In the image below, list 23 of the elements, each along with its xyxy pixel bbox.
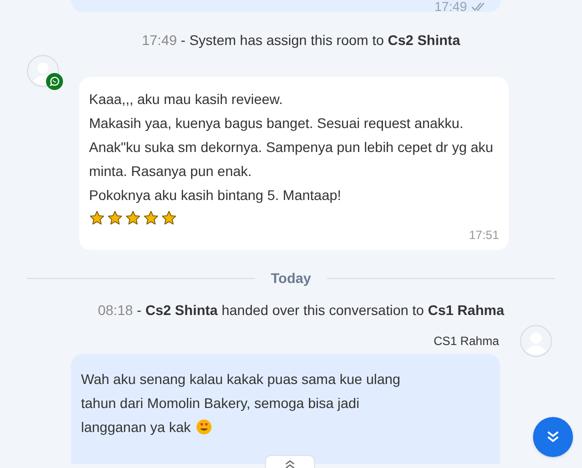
- star-icon: [143, 210, 159, 226]
- message-text: Anak"ku suka sm dekornya. Sampenya pun lebih cepet dr yg aku minta. Rasanya pun enak.: [89, 138, 494, 181]
- system-message: 17:49 - System has assign this room to Cs2 Shinta: [140, 31, 462, 50]
- scroll-down-button[interactable]: [533, 417, 573, 457]
- sender-name: CS1 Rahma: [434, 333, 499, 350]
- star-icon: [125, 210, 141, 226]
- message-text: Kaaa,,, aku mau kasih revieew.: [89, 90, 284, 109]
- star-icon: [89, 210, 105, 226]
- system-message: 08:18 - Cs2 Shinta handed over this conversation to Cs1 Rahma: [96, 301, 506, 320]
- star-icon: [161, 210, 177, 226]
- double-chevron-up-icon: [285, 459, 295, 468]
- whatsapp-icon: [46, 73, 63, 90]
- message-time: 17:49: [434, 0, 467, 12]
- check-icon: [471, 2, 485, 12]
- star-icon: [107, 210, 123, 226]
- heart-eyes-emoji-icon: [196, 419, 212, 435]
- message-text: Wah aku senang kalau kakak puas sama kue ulang tahun dari Momolin Bakery, semoga bisa jadi langganan ya kak: [81, 370, 402, 437]
- message-text: Makasih yaa, kuenya bagus banget. Sesuai request anakku.: [89, 114, 464, 133]
- date-divider: Today: [270, 269, 312, 288]
- double-chevron-down-icon: [546, 430, 560, 444]
- message-text: Pokoknya aku kasih bintang 5. Mantaap!: [89, 186, 342, 205]
- avatar-icon: [520, 325, 552, 357]
- message-time: 17:51: [468, 227, 499, 244]
